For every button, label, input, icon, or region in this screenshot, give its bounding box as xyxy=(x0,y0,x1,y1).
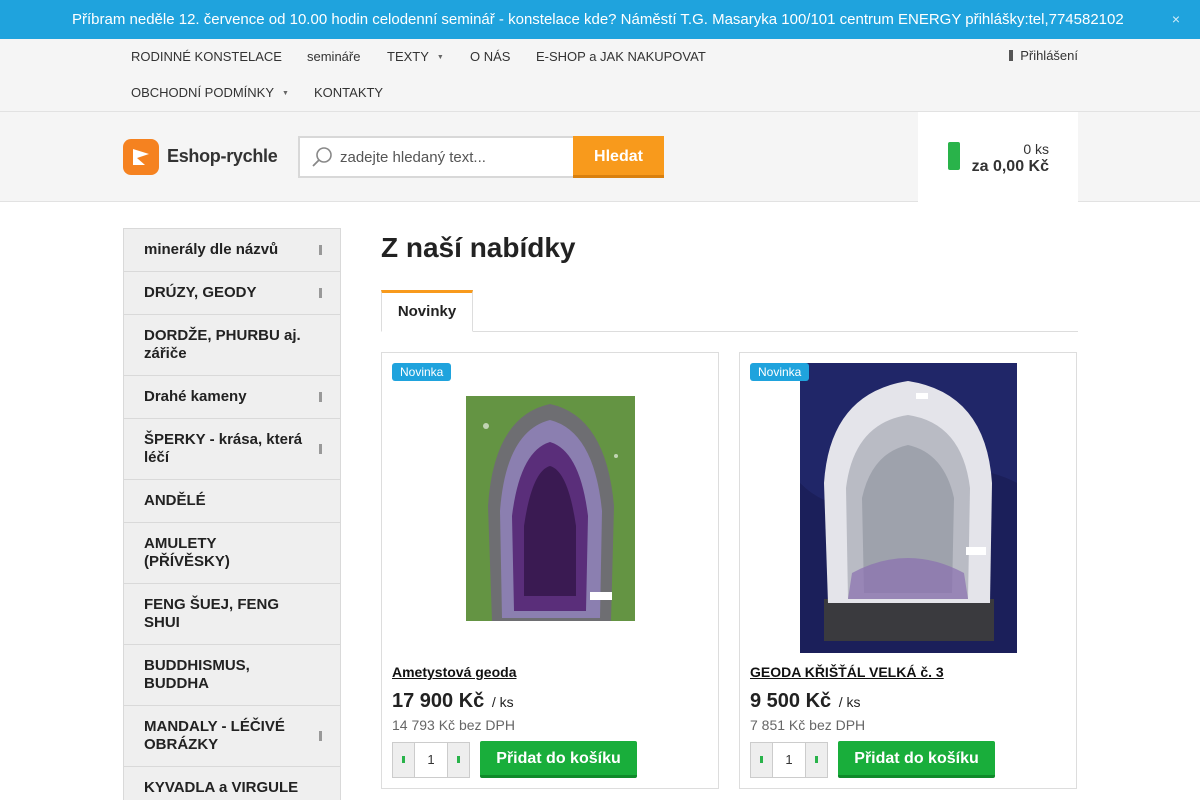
category-item[interactable]: ŠPERKY - krása, která léčí xyxy=(123,419,341,480)
category-item[interactable]: FENG ŠUEJ, FENG SHUI xyxy=(123,584,341,645)
price-unit: / ks xyxy=(838,694,861,710)
nav-item-kontakty[interactable]: KONTAKTY xyxy=(314,85,383,100)
announcement-bar: Příbram neděle 12. července od 10.00 hod… xyxy=(0,0,1200,39)
price-unit: / ks xyxy=(491,694,514,710)
price-net: 14 793 Kč bez DPH xyxy=(392,717,515,733)
category-label: AMULETY (PŘÍVĚSKY) xyxy=(144,535,230,570)
category-label: ANDĚLÉ xyxy=(144,492,206,509)
product-price: 17 900 Kč / ks xyxy=(392,690,514,713)
minus-button[interactable] xyxy=(393,743,415,777)
page-title: Z naší nabídky xyxy=(381,232,576,263)
tab-novinky[interactable]: Novinky xyxy=(381,290,473,332)
nav-item-obchodni-podminky[interactable]: OBCHODNÍ PODMÍNKY ▼ xyxy=(131,85,289,100)
category-sidebar: minerály dle názvů DRÚZY, GEODY DORDŽE, … xyxy=(123,228,341,800)
category-label: FENG ŠUEJ, FENG SHUI xyxy=(144,596,280,631)
category-item[interactable]: ANDĚLÉ xyxy=(123,480,341,523)
category-item[interactable]: minerály dle názvů xyxy=(123,228,341,272)
search-input[interactable] xyxy=(340,144,568,170)
category-label: KYVADLA a VIRGULE xyxy=(144,779,299,796)
top-navigation: RODINNÉ KONSTELACE semináře TEXTY ▼ O NÁS… xyxy=(0,39,1200,112)
price-value: 17 900 Kč xyxy=(392,690,485,712)
logo-mark-icon xyxy=(123,139,159,175)
new-badge: Novinka xyxy=(750,363,810,381)
chevron-right-icon xyxy=(319,444,322,454)
login-link[interactable]: Přihlášení xyxy=(1009,48,1078,63)
product-image[interactable] xyxy=(466,396,635,621)
site-header: Eshop-rychle Hledat 0 ks za 0,00 Kč xyxy=(0,112,1200,202)
category-label: DORDŽE, PHURBU aj. zářiče xyxy=(144,327,301,362)
add-to-cart-button[interactable]: Přidat do košíku xyxy=(480,741,637,778)
product-price: 9 500 Kč / ks xyxy=(750,690,861,713)
category-item[interactable]: DRÚZY, GEODY xyxy=(123,272,341,315)
chevron-right-icon xyxy=(319,731,322,741)
logo-text: Eshop-rychle xyxy=(167,146,278,166)
category-label: DRÚZY, GEODY xyxy=(144,284,257,301)
product-title[interactable]: GEODA KŘIŠŤÁL VELKÁ č. 3 xyxy=(750,664,944,680)
announcement-text: Příbram neděle 12. července od 10.00 hod… xyxy=(72,11,1124,28)
new-badge: Novinka xyxy=(392,363,452,381)
product-title[interactable]: Ametystová geoda xyxy=(392,664,516,680)
nav-label: TEXTY xyxy=(387,49,429,64)
quantity-input[interactable]: 1 xyxy=(773,743,805,777)
category-label: BUDDHISMUS, BUDDHA xyxy=(144,657,250,692)
price-value: 9 500 Kč xyxy=(750,690,832,712)
category-item[interactable]: MANDALY - LÉČIVÉ OBRÁZKY xyxy=(123,706,341,767)
category-label: ŠPERKY - krása, která léčí xyxy=(144,431,303,466)
search-icon xyxy=(312,147,332,167)
category-label: Drahé kameny xyxy=(144,388,247,405)
minus-button[interactable] xyxy=(751,743,773,777)
plus-button[interactable] xyxy=(805,743,827,777)
login-label: Přihlášení xyxy=(1020,48,1078,63)
nav-label: RODINNÉ KONSTELACE xyxy=(131,49,282,64)
logo[interactable]: Eshop-rychle xyxy=(123,139,283,175)
nav-item-rodinne-konstelace[interactable]: RODINNÉ KONSTELACE xyxy=(131,49,282,64)
category-item[interactable]: Drahé kameny xyxy=(123,376,341,419)
plus-button[interactable] xyxy=(447,743,469,777)
category-item[interactable]: AMULETY (PŘÍVĚSKY) xyxy=(123,523,341,584)
nav-item-seminare[interactable]: semináře xyxy=(307,49,360,64)
category-label: MANDALY - LÉČIVÉ OBRÁZKY xyxy=(144,718,285,753)
chevron-down-icon: ▼ xyxy=(282,90,289,98)
category-item[interactable]: BUDDHISMUS, BUDDHA xyxy=(123,645,341,706)
quantity-stepper: 1 xyxy=(750,742,828,778)
chevron-right-icon xyxy=(319,245,322,255)
nav-label: O NÁS xyxy=(470,49,511,64)
chevron-right-icon xyxy=(319,392,322,402)
cart-widget[interactable]: 0 ks za 0,00 Kč xyxy=(918,112,1078,202)
nav-item-texty[interactable]: TEXTY ▼ xyxy=(387,49,444,64)
nav-label: E-SHOP a JAK NAKUPOVAT xyxy=(536,49,706,64)
add-to-cart-button[interactable]: Přidat do košíku xyxy=(838,741,995,778)
chevron-right-icon xyxy=(319,288,322,298)
user-icon xyxy=(1009,50,1014,61)
product-card: Novinka Ametystová geoda 17 900 Kč / ks … xyxy=(381,352,719,789)
nav-label: KONTAKTY xyxy=(314,85,384,100)
quantity-input[interactable]: 1 xyxy=(415,743,447,777)
category-item[interactable]: KYVADLA a VIRGULE xyxy=(123,767,341,800)
search-box xyxy=(298,136,574,178)
chevron-down-icon: ▼ xyxy=(436,54,444,62)
category-label: minerály dle názvů xyxy=(144,241,279,258)
quantity-stepper: 1 xyxy=(392,742,470,778)
nav-item-eshop[interactable]: E-SHOP a JAK NAKUPOVAT xyxy=(536,49,706,64)
product-image[interactable] xyxy=(800,363,1017,653)
cart-count: 0 ks xyxy=(1023,141,1049,157)
price-net: 7 851 Kč bez DPH xyxy=(750,717,866,733)
nav-label: OBCHODNÍ PODMÍNKY xyxy=(131,85,275,100)
product-card: Novinka GEODA KŘIŠŤÁL VELKÁ č. 3 9 500 K… xyxy=(739,352,1077,789)
close-icon[interactable]: × xyxy=(1172,11,1180,27)
search-button[interactable]: Hledat xyxy=(573,136,664,178)
tab-bar: Novinky xyxy=(381,290,1078,332)
category-item[interactable]: DORDŽE, PHURBU aj. zářiče xyxy=(123,315,341,376)
nav-item-o-nas[interactable]: O NÁS xyxy=(470,49,510,64)
cart-total: za 0,00 Kč xyxy=(971,158,1049,175)
nav-label: semináře xyxy=(307,49,361,64)
cart-icon xyxy=(948,142,960,170)
